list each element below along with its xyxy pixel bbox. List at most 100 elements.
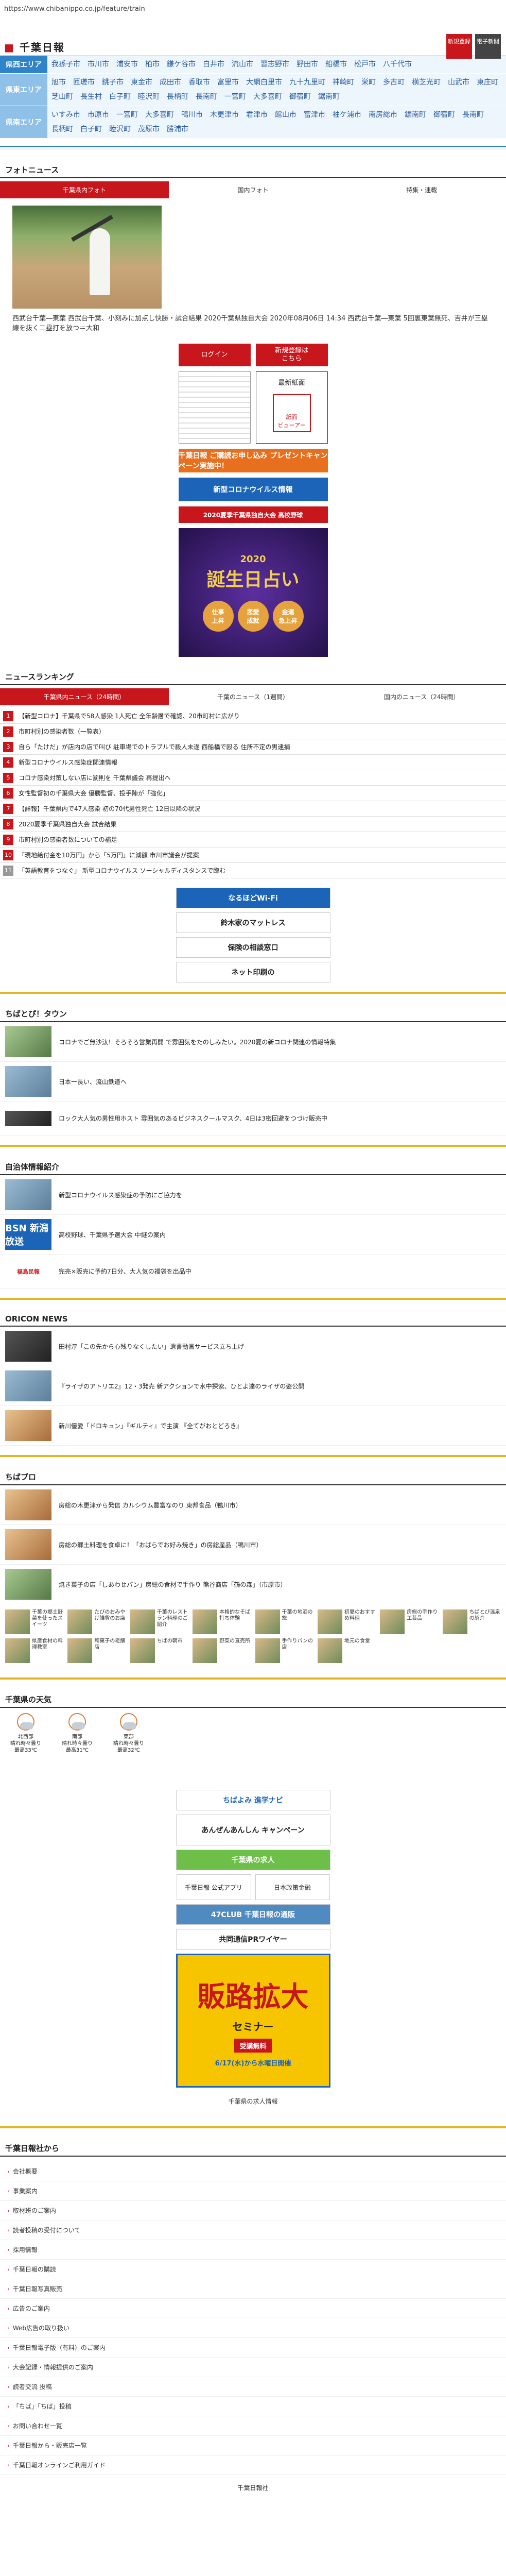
mattress-ad[interactable]: 鈴木家のマットレス [176,912,330,933]
area-link[interactable]: 鋸南町 [405,109,426,121]
area-link[interactable]: 浦安市 [116,59,138,70]
ranking-row[interactable]: 8 2020夏季千葉県独自大会 試合結果 [0,817,506,832]
list-item[interactable]: 房総の木更津から発信 カルシウム豊富なのり 東邦食品（鴨川市） [0,1485,506,1525]
area-link[interactable]: 東庄町 [477,77,498,88]
footer-link[interactable]: 千葉日報の購読 [0,2260,506,2279]
tab-ranking-24h[interactable]: 千葉県内ニュース（24時間） [0,688,169,705]
area-link[interactable]: 大多喜町 [145,109,174,121]
footer-link[interactable]: Web広告の取り扱い [0,2318,506,2338]
url-bar[interactable]: https://www.chibanippo.co.jp/feature/tra… [0,0,506,19]
ranking-row[interactable]: 5 コロナ感染対策しない店に罰則を 千葉県議会 再提出へ [0,770,506,786]
footer-link[interactable]: 会社概要 [0,2162,506,2181]
anzen-ad[interactable]: あんぜんあんしん キャンペーン [176,1815,330,1845]
area-link[interactable]: 大網白里市 [246,77,282,88]
area-link[interactable]: 御宿町 [289,91,311,103]
chibapro-card[interactable]: 野菜の直売所 [193,1638,251,1663]
footer-link[interactable]: 千葉日報から・販売店一覧 [0,2436,506,2455]
register-button[interactable]: 新規登録は こちら [255,344,328,366]
area-link[interactable]: 南房総市 [369,109,397,121]
weather-northwest[interactable]: 北西部 晴れ時々曇り 最高33℃ [10,1713,41,1754]
area-link[interactable]: 富津市 [304,109,325,121]
print-ad[interactable]: ネット印刷の [176,962,330,982]
area-link[interactable]: 茂原市 [138,124,160,135]
seminar-banner[interactable]: 販路拡大 セミナー 受講無料 6/17(水)から水曜日開催 [176,1954,330,2088]
area-link[interactable]: 白子町 [109,91,131,103]
finance-ad[interactable]: 日本政策金融 [255,1874,330,1900]
area-label[interactable]: 県東エリア [0,74,47,106]
list-item[interactable]: 日本一長い、流山鉄道へ [0,1062,506,1101]
campaign-banner[interactable]: 千葉日報 ご購読お申し込み プレゼントキャンペーン実施中！ [178,449,328,472]
signup-button[interactable]: 新規登録 [446,34,472,59]
footer-link[interactable]: 採用情報 [0,2240,506,2260]
ranking-row[interactable]: 2 市町村別の感染者数（一覧表） [0,724,506,739]
list-item[interactable]: 房総の郷土料理を食卓に！「おばらでお好み焼き」の房総産品（鴨川市） [0,1525,506,1565]
job-ad[interactable]: 千葉県の求人 [176,1850,330,1870]
chibapro-card[interactable]: 初夏のおすすめ料理 [317,1609,376,1634]
tab-local-photo[interactable]: 千葉県内フォト [0,181,169,198]
area-link[interactable]: 香取市 [188,77,210,88]
footer-link[interactable]: 千葉日報電子版（有料）のご案内 [0,2338,506,2358]
weather-south[interactable]: 南部 晴れ時々曇り 最高31℃ [62,1713,93,1754]
list-item[interactable]: 新川優愛「ドロキュン」『ギルティ』で主演 『全てがおとどろき』 [0,1406,506,1446]
area-link[interactable]: 匝瑳市 [73,77,95,88]
area-link[interactable]: 柏市 [145,59,160,70]
area-link[interactable]: 野田市 [296,59,318,70]
login-button[interactable]: ログイン [178,344,251,366]
area-link[interactable]: 睦沢町 [138,91,160,103]
area-link[interactable]: 横芝光町 [412,77,441,88]
area-link[interactable]: 勝浦市 [167,124,188,135]
area-link[interactable]: 市原市 [88,109,109,121]
area-link[interactable]: 長柄町 [167,91,188,103]
club-ad[interactable]: 47CLUB 千葉日報の通販 [176,1904,330,1925]
ranking-row[interactable]: 4 新型コロナウイルス感染症関連情報 [0,755,506,770]
area-link[interactable]: 旭市 [51,77,66,88]
footer-link[interactable]: 取材班のご案内 [0,2201,506,2221]
insurance-ad[interactable]: 保険の相談窓口 [176,937,330,958]
footer-link[interactable]: 千葉日報写真販売 [0,2279,506,2299]
footer-link[interactable]: 千葉日報オンラインご利用ガイド [0,2455,506,2475]
list-item[interactable]: 福島民報 完売×販売に予約7日分、大人気の福袋を出品中 [0,1255,506,1289]
area-link[interactable]: 銚子市 [102,77,124,88]
area-link[interactable]: 白井市 [203,59,224,70]
chibapro-card[interactable]: 地元の食堂 [317,1638,376,1663]
chibapro-card[interactable]: 県産食材の料理教室 [5,1638,63,1663]
area-link[interactable]: 長南町 [462,109,484,121]
list-item[interactable]: BSN 新潟放送 高校野球、千葉県予選大会 中継の案内 [0,1215,506,1255]
news-photo[interactable] [12,206,162,309]
footer-link[interactable]: 「ちば」「ちば」投稿 [0,2397,506,2416]
area-link[interactable]: 長南町 [196,91,217,103]
chibapro-card[interactable]: たびのおみやげ雑貨のお店 [67,1609,126,1634]
ads-link[interactable]: 千葉県の求人情報 [228,2097,277,2106]
area-link[interactable]: 栄町 [361,77,376,88]
area-link[interactable]: 御宿町 [433,109,455,121]
area-link[interactable]: 一宮町 [116,109,138,121]
app-ad[interactable]: 千葉日報 公式アプリ [176,1874,251,1900]
wifi-ad[interactable]: なるほどWi-Fi [176,888,330,908]
area-link[interactable]: 松戸市 [354,59,376,70]
shingaku-ad[interactable]: ちばよみ 進学ナビ [176,1790,330,1810]
area-link[interactable]: 鴨川市 [181,109,203,121]
chibapro-card[interactable]: 千葉の郷土野菜を使ったスイーツ [5,1609,63,1634]
footer-link[interactable]: 読者投稿の受付について [0,2221,506,2240]
footer-link[interactable]: 広告のご案内 [0,2299,506,2318]
ranking-row[interactable]: 7 【詳報】千葉県内で47人感染 初の70代男性死亡 12日以降の状況 [0,801,506,817]
area-link[interactable]: 神崎町 [333,77,354,88]
area-link[interactable]: 木更津市 [210,109,239,121]
area-link[interactable]: 多古町 [383,77,405,88]
area-link[interactable]: 流山市 [232,59,253,70]
epaper-button[interactable]: 電子新聞 [475,34,501,59]
chibapro-card[interactable]: 本格的なそば打ち体験 [193,1609,251,1634]
fortune-banner[interactable]: 2020 誕生日占い 仕事 上昇 恋愛 成就 金運 急上昇 [178,528,328,657]
area-link[interactable]: 九十九里町 [289,77,325,88]
list-item[interactable]: 新型コロナウイルス感染症の予防にご協力を [0,1175,506,1215]
area-link[interactable]: 八千代市 [383,59,412,70]
area-link[interactable]: 君津市 [246,109,268,121]
area-link[interactable]: 長柄町 [51,124,73,135]
ranking-row[interactable]: 10 「現地給付金を10万円」から「5万円」に減額 市川市議会が提案 [0,848,506,863]
list-item[interactable]: 田村淳「この先から心残りなくしたい」遺書動画サービス立ち上げ [0,1327,506,1366]
area-link[interactable]: 山武市 [448,77,469,88]
chibapro-card[interactable]: 手作りパンの店 [255,1638,313,1663]
ranking-row[interactable]: 11 「英語教育をつなぐ」 新型コロナウイルス ソーシャルディスタンスで臨む [0,863,506,878]
list-item[interactable]: 『ライザのアトリエ2』12・3発売 新アクションで水中探索、ひとよ達のライザの姿… [0,1366,506,1406]
chibapro-card[interactable]: ちばとぴ温泉の紹介 [442,1609,501,1634]
